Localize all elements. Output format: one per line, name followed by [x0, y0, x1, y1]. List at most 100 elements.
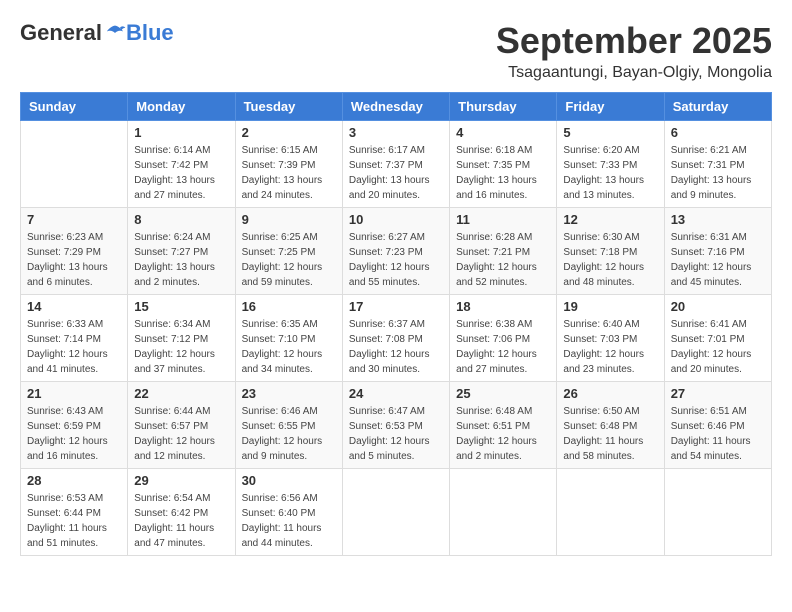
day-number: 11	[456, 212, 550, 227]
calendar-cell: 16 Sunrise: 6:35 AM Sunset: 7:10 PM Dayli…	[235, 295, 342, 382]
calendar-cell	[342, 469, 449, 556]
calendar-cell: 11 Sunrise: 6:28 AM Sunset: 7:21 PM Dayli…	[450, 208, 557, 295]
calendar-cell: 2Sunrise: 6:15 AM Sunset: 7:39 PM Daylig…	[235, 121, 342, 208]
day-number: 18	[456, 299, 550, 314]
day-number: 28	[27, 473, 121, 488]
day-number: 24	[349, 386, 443, 401]
day-info: Sunrise: 6:48 AM Sunset: 6:51 PM Dayligh…	[456, 404, 550, 464]
calendar-cell: 24 Sunrise: 6:47 AM Sunset: 6:53 PM Dayli…	[342, 382, 449, 469]
day-info: Sunrise: 6:40 AM Sunset: 7:03 PM Dayligh…	[563, 317, 657, 377]
day-info: Sunrise: 6:28 AM Sunset: 7:21 PM Dayligh…	[456, 230, 550, 290]
day-info: Sunrise: 6:54 AM Sunset: 6:42 PM Dayligh…	[134, 491, 228, 551]
day-number: 7	[27, 212, 121, 227]
day-number: 20	[671, 299, 765, 314]
weekday-header: Friday	[557, 93, 664, 121]
calendar-cell: 3 Sunrise: 6:17 AM Sunset: 7:37 PM Daylig…	[342, 121, 449, 208]
calendar-cell: 19 Sunrise: 6:40 AM Sunset: 7:03 PM Dayli…	[557, 295, 664, 382]
day-info: Sunrise: 6:44 AM Sunset: 6:57 PM Dayligh…	[134, 404, 228, 464]
calendar-cell: 20 Sunrise: 6:41 AM Sunset: 7:01 PM Dayli…	[664, 295, 771, 382]
day-info: Sunrise: 6:15 AM Sunset: 7:39 PM Dayligh…	[242, 143, 336, 203]
day-info: Sunrise: 6:24 AM Sunset: 7:27 PM Dayligh…	[134, 230, 228, 290]
day-info: Sunrise: 6:51 AM Sunset: 6:46 PM Dayligh…	[671, 404, 765, 464]
calendar-cell	[557, 469, 664, 556]
logo-general-text: General	[20, 20, 102, 46]
day-info: Sunrise: 6:20 AM Sunset: 7:33 PM Dayligh…	[563, 143, 657, 203]
calendar-week-row: 7 Sunrise: 6:23 AM Sunset: 7:29 PM Daylig…	[21, 208, 772, 295]
calendar-cell: 6 Sunrise: 6:21 AM Sunset: 7:31 PM Daylig…	[664, 121, 771, 208]
location-title: Tsagaantungi, Bayan-Olgiy, Mongolia	[496, 64, 772, 82]
day-number: 10	[349, 212, 443, 227]
day-number: 22	[134, 386, 228, 401]
calendar-week-row: 14 Sunrise: 6:33 AM Sunset: 7:14 PM Dayli…	[21, 295, 772, 382]
day-info: Sunrise: 6:23 AM Sunset: 7:29 PM Dayligh…	[27, 230, 121, 290]
calendar-week-row: 1Sunrise: 6:14 AM Sunset: 7:42 PM Daylig…	[21, 121, 772, 208]
calendar-cell: 15 Sunrise: 6:34 AM Sunset: 7:12 PM Dayli…	[128, 295, 235, 382]
day-number: 8	[134, 212, 228, 227]
calendar-cell: 30Sunrise: 6:56 AM Sunset: 6:40 PM Dayli…	[235, 469, 342, 556]
calendar-cell: 27 Sunrise: 6:51 AM Sunset: 6:46 PM Dayli…	[664, 382, 771, 469]
weekday-header: Tuesday	[235, 93, 342, 121]
calendar-cell: 21Sunrise: 6:43 AM Sunset: 6:59 PM Dayli…	[21, 382, 128, 469]
calendar-cell: 8 Sunrise: 6:24 AM Sunset: 7:27 PM Daylig…	[128, 208, 235, 295]
day-number: 3	[349, 125, 443, 140]
day-info: Sunrise: 6:14 AM Sunset: 7:42 PM Dayligh…	[134, 143, 228, 203]
day-number: 23	[242, 386, 336, 401]
day-info: Sunrise: 6:21 AM Sunset: 7:31 PM Dayligh…	[671, 143, 765, 203]
day-number: 13	[671, 212, 765, 227]
day-info: Sunrise: 6:34 AM Sunset: 7:12 PM Dayligh…	[134, 317, 228, 377]
day-info: Sunrise: 6:53 AM Sunset: 6:44 PM Dayligh…	[27, 491, 121, 551]
calendar-cell	[450, 469, 557, 556]
day-info: Sunrise: 6:41 AM Sunset: 7:01 PM Dayligh…	[671, 317, 765, 377]
day-number: 17	[349, 299, 443, 314]
calendar-cell: 17 Sunrise: 6:37 AM Sunset: 7:08 PM Dayli…	[342, 295, 449, 382]
calendar-cell: 23 Sunrise: 6:46 AM Sunset: 6:55 PM Dayli…	[235, 382, 342, 469]
weekday-header: Monday	[128, 93, 235, 121]
day-info: Sunrise: 6:31 AM Sunset: 7:16 PM Dayligh…	[671, 230, 765, 290]
calendar-cell: 9Sunrise: 6:25 AM Sunset: 7:25 PM Daylig…	[235, 208, 342, 295]
calendar-header-row: SundayMondayTuesdayWednesdayThursdayFrid…	[21, 93, 772, 121]
day-number: 16	[242, 299, 336, 314]
day-number: 5	[563, 125, 657, 140]
day-number: 4	[456, 125, 550, 140]
day-info: Sunrise: 6:50 AM Sunset: 6:48 PM Dayligh…	[563, 404, 657, 464]
calendar-cell: 12Sunrise: 6:30 AM Sunset: 7:18 PM Dayli…	[557, 208, 664, 295]
day-info: Sunrise: 6:33 AM Sunset: 7:14 PM Dayligh…	[27, 317, 121, 377]
day-info: Sunrise: 6:37 AM Sunset: 7:08 PM Dayligh…	[349, 317, 443, 377]
day-number: 12	[563, 212, 657, 227]
day-number: 6	[671, 125, 765, 140]
calendar-cell: 28 Sunrise: 6:53 AM Sunset: 6:44 PM Dayli…	[21, 469, 128, 556]
calendar-cell	[664, 469, 771, 556]
day-info: Sunrise: 6:25 AM Sunset: 7:25 PM Dayligh…	[242, 230, 336, 290]
weekday-header: Thursday	[450, 93, 557, 121]
weekday-header: Wednesday	[342, 93, 449, 121]
day-info: Sunrise: 6:35 AM Sunset: 7:10 PM Dayligh…	[242, 317, 336, 377]
calendar-cell: 10Sunrise: 6:27 AM Sunset: 7:23 PM Dayli…	[342, 208, 449, 295]
calendar-cell: 26 Sunrise: 6:50 AM Sunset: 6:48 PM Dayli…	[557, 382, 664, 469]
day-info: Sunrise: 6:47 AM Sunset: 6:53 PM Dayligh…	[349, 404, 443, 464]
day-number: 27	[671, 386, 765, 401]
weekday-header: Saturday	[664, 93, 771, 121]
calendar-cell: 22 Sunrise: 6:44 AM Sunset: 6:57 PM Dayli…	[128, 382, 235, 469]
calendar-cell: 25Sunrise: 6:48 AM Sunset: 6:51 PM Dayli…	[450, 382, 557, 469]
month-title: September 2025	[496, 20, 772, 62]
day-info: Sunrise: 6:17 AM Sunset: 7:37 PM Dayligh…	[349, 143, 443, 203]
day-info: Sunrise: 6:46 AM Sunset: 6:55 PM Dayligh…	[242, 404, 336, 464]
calendar-table: SundayMondayTuesdayWednesdayThursdayFrid…	[20, 92, 772, 556]
page-header: General Blue September 2025 Tsagaantungi…	[20, 20, 772, 82]
calendar-cell: 18 Sunrise: 6:38 AM Sunset: 7:06 PM Dayli…	[450, 295, 557, 382]
calendar-cell: 5 Sunrise: 6:20 AM Sunset: 7:33 PM Daylig…	[557, 121, 664, 208]
calendar-week-row: 28 Sunrise: 6:53 AM Sunset: 6:44 PM Dayli…	[21, 469, 772, 556]
calendar-cell: 7 Sunrise: 6:23 AM Sunset: 7:29 PM Daylig…	[21, 208, 128, 295]
day-info: Sunrise: 6:38 AM Sunset: 7:06 PM Dayligh…	[456, 317, 550, 377]
day-info: Sunrise: 6:43 AM Sunset: 6:59 PM Dayligh…	[27, 404, 121, 464]
calendar-cell: 14 Sunrise: 6:33 AM Sunset: 7:14 PM Dayli…	[21, 295, 128, 382]
logo-bird-icon	[104, 22, 126, 44]
title-block: September 2025 Tsagaantungi, Bayan-Olgiy…	[496, 20, 772, 82]
day-number: 19	[563, 299, 657, 314]
day-number: 30	[242, 473, 336, 488]
day-number: 15	[134, 299, 228, 314]
calendar-cell: 4Sunrise: 6:18 AM Sunset: 7:35 PM Daylig…	[450, 121, 557, 208]
day-number: 26	[563, 386, 657, 401]
calendar-cell: 29Sunrise: 6:54 AM Sunset: 6:42 PM Dayli…	[128, 469, 235, 556]
day-number: 14	[27, 299, 121, 314]
